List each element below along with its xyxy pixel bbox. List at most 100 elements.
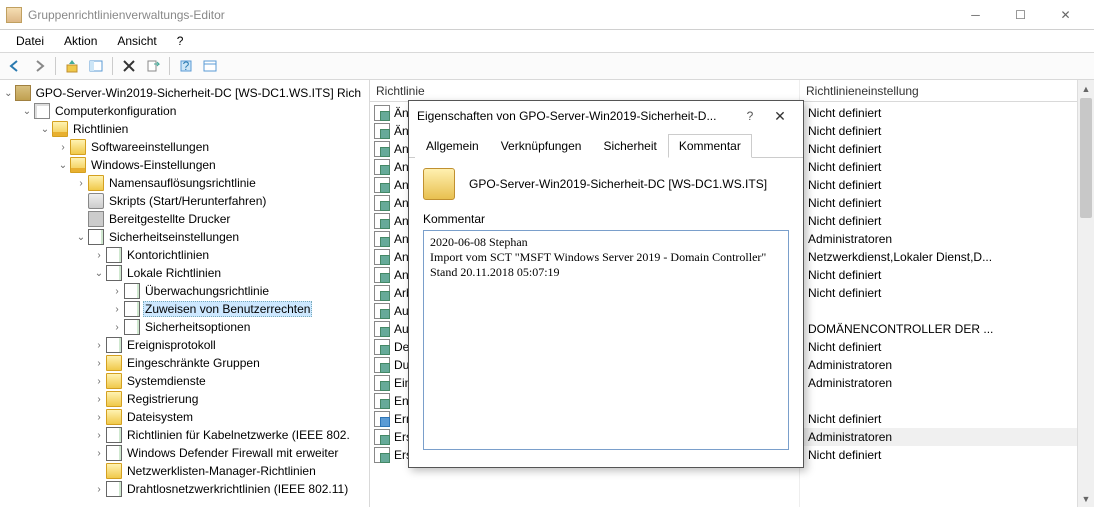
tree-systemdienste[interactable]: ›Systemdienste	[92, 372, 369, 390]
scroll-down-icon[interactable]: ▼	[1078, 490, 1094, 507]
dialog-close-button[interactable]: ✕	[765, 108, 795, 125]
dialog-titlebar[interactable]: Eigenschaften von GPO-Server-Win2019-Sic…	[409, 101, 803, 131]
scroll-up-icon[interactable]: ▲	[1078, 80, 1094, 97]
dialog-help-button[interactable]: ?	[735, 109, 765, 123]
tree-konto[interactable]: › Kontorichtlinien	[92, 246, 369, 264]
tab-verknuepfungen[interactable]: Verknüpfungen	[490, 134, 593, 158]
setting-row[interactable]: Nicht definiert	[800, 212, 1094, 230]
up-button[interactable]	[61, 55, 83, 77]
tree-registrierung[interactable]: ›Registrierung	[92, 390, 369, 408]
expand-icon[interactable]: ›	[92, 448, 106, 459]
minimize-button[interactable]: ─	[953, 0, 998, 29]
setting-row[interactable]: Nicht definiert	[800, 446, 1094, 464]
tree-sicherheitsopt[interactable]: ›Sicherheitsoptionen	[110, 318, 369, 336]
help-button[interactable]: ?	[175, 55, 197, 77]
column-header-setting[interactable]: Richtlinieneinstellung	[800, 80, 1094, 102]
properties-button[interactable]	[199, 55, 221, 77]
title-bar: Gruppenrichtlinienverwaltungs-Editor ─ ☐…	[0, 0, 1094, 30]
expand-icon[interactable]: ›	[92, 340, 106, 351]
setting-row[interactable]: Nicht definiert	[800, 140, 1094, 158]
expand-icon[interactable]: ›	[110, 322, 124, 333]
delete-button[interactable]	[118, 55, 140, 77]
expand-icon[interactable]: ⌄	[2, 88, 15, 99]
tree-ereignis[interactable]: ›Ereignisprotokoll	[92, 336, 369, 354]
tree-richtlinien[interactable]: ⌄ Richtlinien	[38, 120, 369, 138]
expand-icon[interactable]: ›	[74, 178, 88, 189]
expand-icon[interactable]: ›	[92, 484, 106, 495]
tree-zuweisen[interactable]: ›Zuweisen von Benutzerrechten	[110, 300, 369, 318]
comment-textarea[interactable]	[423, 230, 789, 450]
scroll-thumb[interactable]	[1080, 98, 1092, 218]
setting-row[interactable]: Netzwerkdienst,Lokaler Dienst,D...	[800, 248, 1094, 266]
setting-row[interactable]: Nicht definiert	[800, 104, 1094, 122]
tree-dateisystem[interactable]: ›Dateisystem	[92, 408, 369, 426]
setting-row[interactable]: Nicht definiert	[800, 122, 1094, 140]
setting-row[interactable]: Nicht definiert	[800, 338, 1094, 356]
setting-row[interactable]: Nicht definiert	[800, 176, 1094, 194]
tree-eingeschraenkt[interactable]: ›Eingeschränkte Gruppen	[92, 354, 369, 372]
forward-button[interactable]	[28, 55, 50, 77]
expand-icon[interactable]: ›	[92, 430, 106, 441]
tree-pane[interactable]: ⌄ GPO-Server-Win2019-Sicherheit-DC [WS-D…	[0, 80, 370, 507]
setting-value: Nicht definiert	[808, 412, 881, 426]
menu-ansicht[interactable]: Ansicht	[107, 32, 166, 50]
tree-software[interactable]: ›Softwareeinstellungen	[56, 138, 369, 156]
tree-ueberwachung[interactable]: ›Überwachungsrichtlinie	[110, 282, 369, 300]
tree-label: Kontorichtlinien	[125, 248, 211, 262]
tree-defender[interactable]: ›Windows Defender Firewall mit erweiter	[92, 444, 369, 462]
setting-row[interactable]: Nicht definiert	[800, 284, 1094, 302]
tree-label: Netzwerklisten-Manager-Richtlinien	[125, 464, 318, 478]
column-header-policy[interactable]: Richtlinie	[370, 80, 799, 102]
expand-icon[interactable]: ⌄	[56, 160, 70, 171]
setting-row[interactable]: Administratoren	[800, 374, 1094, 392]
setting-row[interactable]: Nicht definiert	[800, 194, 1094, 212]
show-hide-tree-button[interactable]	[85, 55, 107, 77]
back-button[interactable]	[4, 55, 26, 77]
expand-icon[interactable]: ›	[110, 286, 124, 297]
expand-icon[interactable]: ›	[92, 376, 106, 387]
setting-row[interactable]: Nicht definiert	[800, 410, 1094, 428]
security-icon	[88, 229, 104, 245]
expand-icon[interactable]: ›	[92, 412, 106, 423]
policy-item-icon	[374, 411, 390, 427]
tab-allgemein[interactable]: Allgemein	[415, 134, 490, 158]
expand-icon[interactable]: ›	[92, 250, 106, 261]
tree-lokal[interactable]: ⌄Lokale Richtlinien	[92, 264, 369, 282]
tree-windows[interactable]: ⌄Windows-Einstellungen	[56, 156, 369, 174]
maximize-button[interactable]: ☐	[998, 0, 1043, 29]
setting-row[interactable]: Administratoren	[800, 230, 1094, 248]
menu-help[interactable]: ?	[167, 32, 194, 50]
setting-row[interactable]: DOMÄNENCONTROLLER DER ...	[800, 320, 1094, 338]
menu-datei[interactable]: Datei	[6, 32, 54, 50]
tree-namens[interactable]: ›Namensauflösungsrichtlinie	[74, 174, 369, 192]
expand-icon[interactable]: ›	[92, 358, 106, 369]
setting-row[interactable]: Administratoren	[800, 356, 1094, 374]
tree-netzwerklisten[interactable]: Netzwerklisten-Manager-Richtlinien	[92, 462, 369, 480]
expand-icon[interactable]: ⌄	[74, 232, 88, 243]
export-button[interactable]	[142, 55, 164, 77]
tab-kommentar[interactable]: Kommentar	[668, 134, 752, 158]
expand-icon[interactable]: ⌄	[20, 106, 34, 117]
tree-computerconfig[interactable]: ⌄ Computerkonfiguration	[20, 102, 369, 120]
tree-sicherheit[interactable]: ⌄Sicherheitseinstellungen	[74, 228, 369, 246]
setting-row[interactable]: ...Administratoren	[800, 428, 1094, 446]
vertical-scrollbar[interactable]: ▲ ▼	[1077, 80, 1094, 507]
setting-value: Nicht definiert	[808, 196, 881, 210]
close-button[interactable]: ✕	[1043, 0, 1088, 29]
tree-kabel[interactable]: ›Richtlinien für Kabelnetzwerke (IEEE 80…	[92, 426, 369, 444]
tree-root[interactable]: ⌄ GPO-Server-Win2019-Sicherheit-DC [WS-D…	[2, 84, 369, 102]
tree-drucker[interactable]: Bereitgestellte Drucker	[74, 210, 369, 228]
expand-icon[interactable]: ⌄	[92, 268, 106, 279]
expand-icon[interactable]: ›	[110, 304, 124, 315]
expand-icon[interactable]: ›	[92, 394, 106, 405]
setting-row[interactable]: Nicht definiert	[800, 158, 1094, 176]
tree-skripts[interactable]: Skripts (Start/Herunterfahren)	[74, 192, 369, 210]
menu-aktion[interactable]: Aktion	[54, 32, 107, 50]
setting-row[interactable]: Nicht definiert	[800, 266, 1094, 284]
setting-row[interactable]	[800, 302, 1094, 320]
expand-icon[interactable]: ›	[56, 142, 70, 153]
expand-icon[interactable]: ⌄	[38, 124, 52, 135]
tab-sicherheit[interactable]: Sicherheit	[592, 134, 667, 158]
setting-row[interactable]	[800, 392, 1094, 410]
tree-drahtlos[interactable]: ›Drahtlosnetzwerkrichtlinien (IEEE 802.1…	[92, 480, 369, 498]
